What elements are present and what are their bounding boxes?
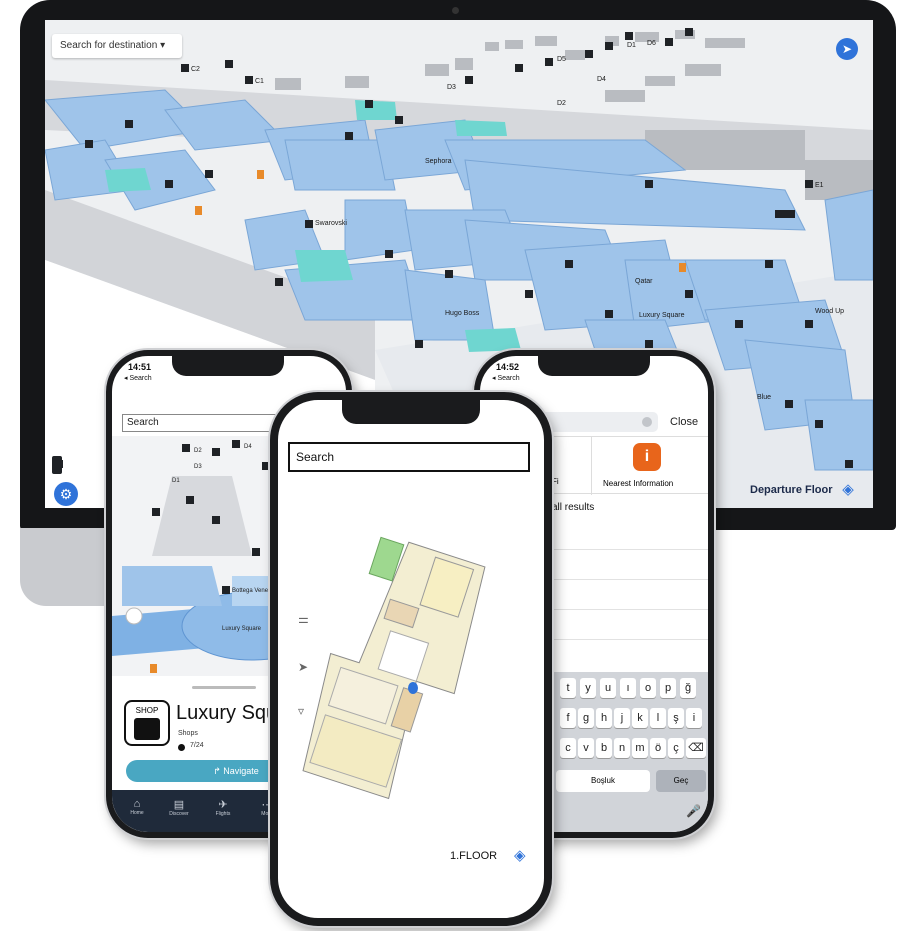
floor-label: 1.FLOOR [450,850,498,862]
microphone-icon[interactable]: 🎤 [686,804,701,818]
clock-icon [178,744,185,751]
map-label: Luxury Square [222,626,262,632]
key[interactable]: m [632,738,648,758]
key[interactable]: ğ [680,678,696,698]
results-list [550,520,708,670]
list-item[interactable] [550,580,708,610]
phone-notch [172,356,284,376]
list-item[interactable] [550,520,708,550]
key[interactable]: v [578,738,594,758]
search-placeholder: Search [296,450,335,464]
key[interactable]: h [596,708,612,728]
discover-icon: ▤ [173,799,185,811]
key[interactable]: o [640,678,656,698]
key[interactable]: n [614,738,630,758]
tab-label: Discover [169,811,189,817]
go-key[interactable]: Geç [656,770,706,792]
clear-icon[interactable] [642,417,652,427]
key[interactable]: g [578,708,594,728]
status-time: 14:52 [496,362,520,372]
info-icon: i [633,443,661,471]
map-label: D3 [194,464,202,470]
navigation-icon: ➤ [841,42,853,56]
route-icon[interactable]: ▿ [298,704,304,718]
poi-category: Shops [178,730,198,737]
map-label: D4 [244,444,252,450]
status-time: 14:51 [128,362,152,372]
key[interactable]: ö [650,738,666,758]
search-placeholder: Search for destination [60,40,158,51]
key[interactable]: l [650,708,666,728]
shop-badge: SHOP [135,706,159,715]
keyboard-row-3: c v b n m ö ç ⌫ [560,738,708,762]
settings-button[interactable]: ⚙ [54,482,78,506]
shopping-bag-icon [134,718,160,740]
back-link[interactable]: ◂ Search [492,374,520,382]
key[interactable]: ı [620,678,636,698]
search-input[interactable]: Search [288,442,530,472]
tab-home[interactable]: ⌂ Home [122,798,152,816]
key[interactable]: f [560,708,576,728]
plane-icon: ✈ [218,799,228,811]
list-item[interactable] [550,610,708,640]
walk-icon[interactable]: ⚌ [298,612,309,626]
key[interactable]: k [632,708,648,728]
key[interactable]: p [660,678,676,698]
layers-icon[interactable]: ◈ [838,480,858,500]
key[interactable]: y [580,678,596,698]
floor-label: Departure Floor [750,484,833,496]
gear-icon: ⚙ [59,486,73,502]
poi-hours: 7/24 [190,742,204,749]
phone-notch [538,356,650,376]
key[interactable]: j [614,708,630,728]
tab-label: Flights [215,811,231,817]
center-phone: Search ⚌ ➤ ▿ 1.FLOOR ◈ [270,392,552,926]
tab-flights[interactable]: ✈ Flights [208,798,238,817]
list-item[interactable] [550,550,708,580]
chevron-down-icon: ▾ [160,40,166,51]
tab-label: Home [130,810,144,816]
map-label: D1 [172,478,180,484]
nearest-information-tile[interactable]: i Nearest Information [593,437,708,495]
tab-discover[interactable]: ▤ Discover [164,798,194,817]
key[interactable]: b [596,738,612,758]
locate-me-button[interactable]: ➤ [836,38,858,60]
compass-icon[interactable]: ➤ [298,660,308,674]
backspace-key[interactable]: ⌫ [686,738,706,758]
key[interactable]: ş [668,708,684,728]
user-location-marker [408,682,418,694]
floor-plan-map[interactable] [298,530,528,820]
map-label: D2 [194,448,202,454]
key[interactable]: u [600,678,616,698]
keyboard-row-1: t y u ı o p ğ [560,678,708,702]
sheet-handle[interactable] [192,686,256,689]
layers-icon[interactable]: ◈ [514,846,526,864]
back-link[interactable]: ◂ Search [124,374,152,382]
key[interactable]: i [686,708,702,728]
camera-dot [452,7,459,14]
traffic-light-icon [52,456,62,474]
phone-notch [342,400,480,424]
space-key[interactable]: Boşluk [556,770,650,792]
results-header: all results [552,502,595,513]
close-button[interactable]: Close [670,416,698,428]
key[interactable]: ç [668,738,684,758]
poi-title: Luxury Squ [176,702,278,724]
keyboard-row-2: f g h j k l ş i [560,708,708,732]
search-placeholder: Search [127,417,159,428]
destination-search-input[interactable]: Search for destination ▾ [52,34,182,58]
shop-logo: SHOP [124,700,170,746]
map-label: Bottega Veneta [232,588,274,594]
key[interactable]: c [560,738,576,758]
key[interactable]: t [560,678,576,698]
home-icon: ⌂ [133,798,141,810]
tile-label: Nearest Information [603,479,674,488]
